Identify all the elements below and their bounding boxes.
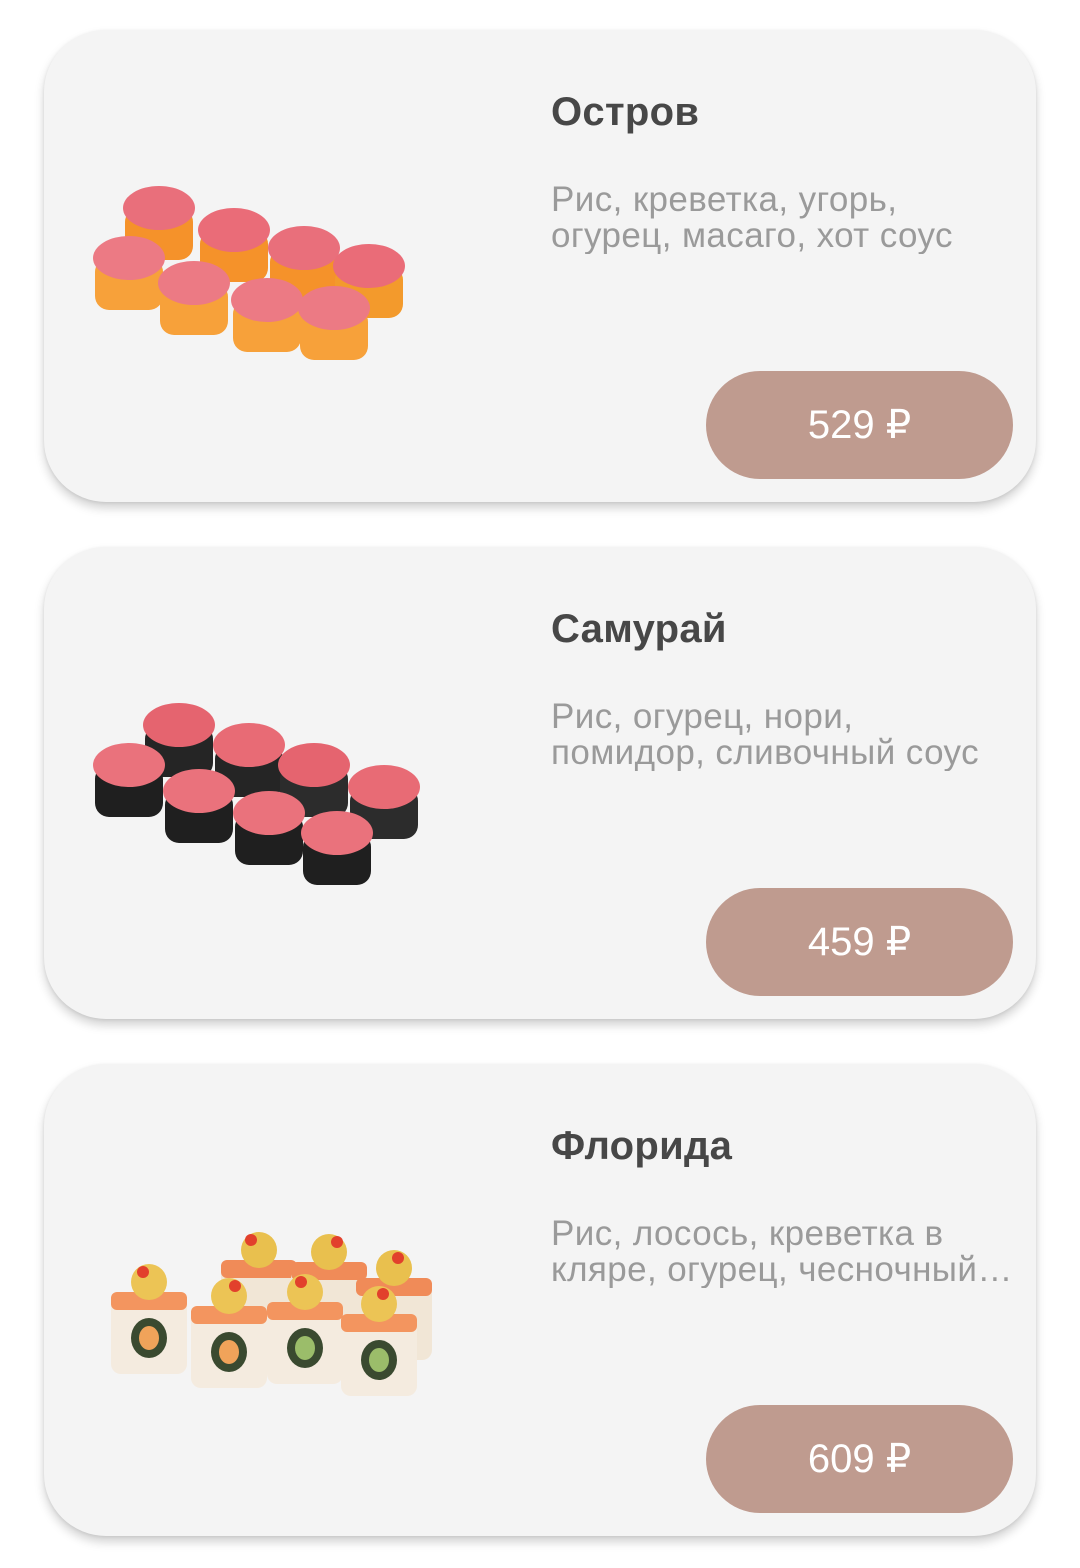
sushi-roll-masago-image (89, 170, 479, 390)
product-card-florida[interactable]: Флорида Рис, лосось, креветка в кляре, о… (44, 1064, 1036, 1536)
product-description: Рис, креветка, угорь, огурец, масаго, хо… (551, 182, 953, 254)
product-title: Остров (551, 90, 700, 134)
product-description: Рис, лосось, креветка в кляре, огурец, ч… (551, 1216, 978, 1288)
product-card-ostrov[interactable]: Остров Рис, креветка, угорь, огурец, мас… (44, 30, 1036, 502)
price-button[interactable]: 459 ₽ (706, 888, 1013, 996)
product-title: Флорида (551, 1124, 733, 1168)
product-title: Самурай (551, 607, 727, 651)
price-button[interactable]: 529 ₽ (706, 371, 1013, 479)
price-button[interactable]: 609 ₽ (706, 1405, 1013, 1513)
product-description: Рис, огурец, нори, помидор, сливочный со… (551, 699, 979, 771)
sushi-roll-nori-image (89, 687, 479, 907)
sushi-roll-florida-image (89, 1204, 479, 1424)
product-card-samurai[interactable]: Самурай Рис, огурец, нори, помидор, слив… (44, 547, 1036, 1019)
